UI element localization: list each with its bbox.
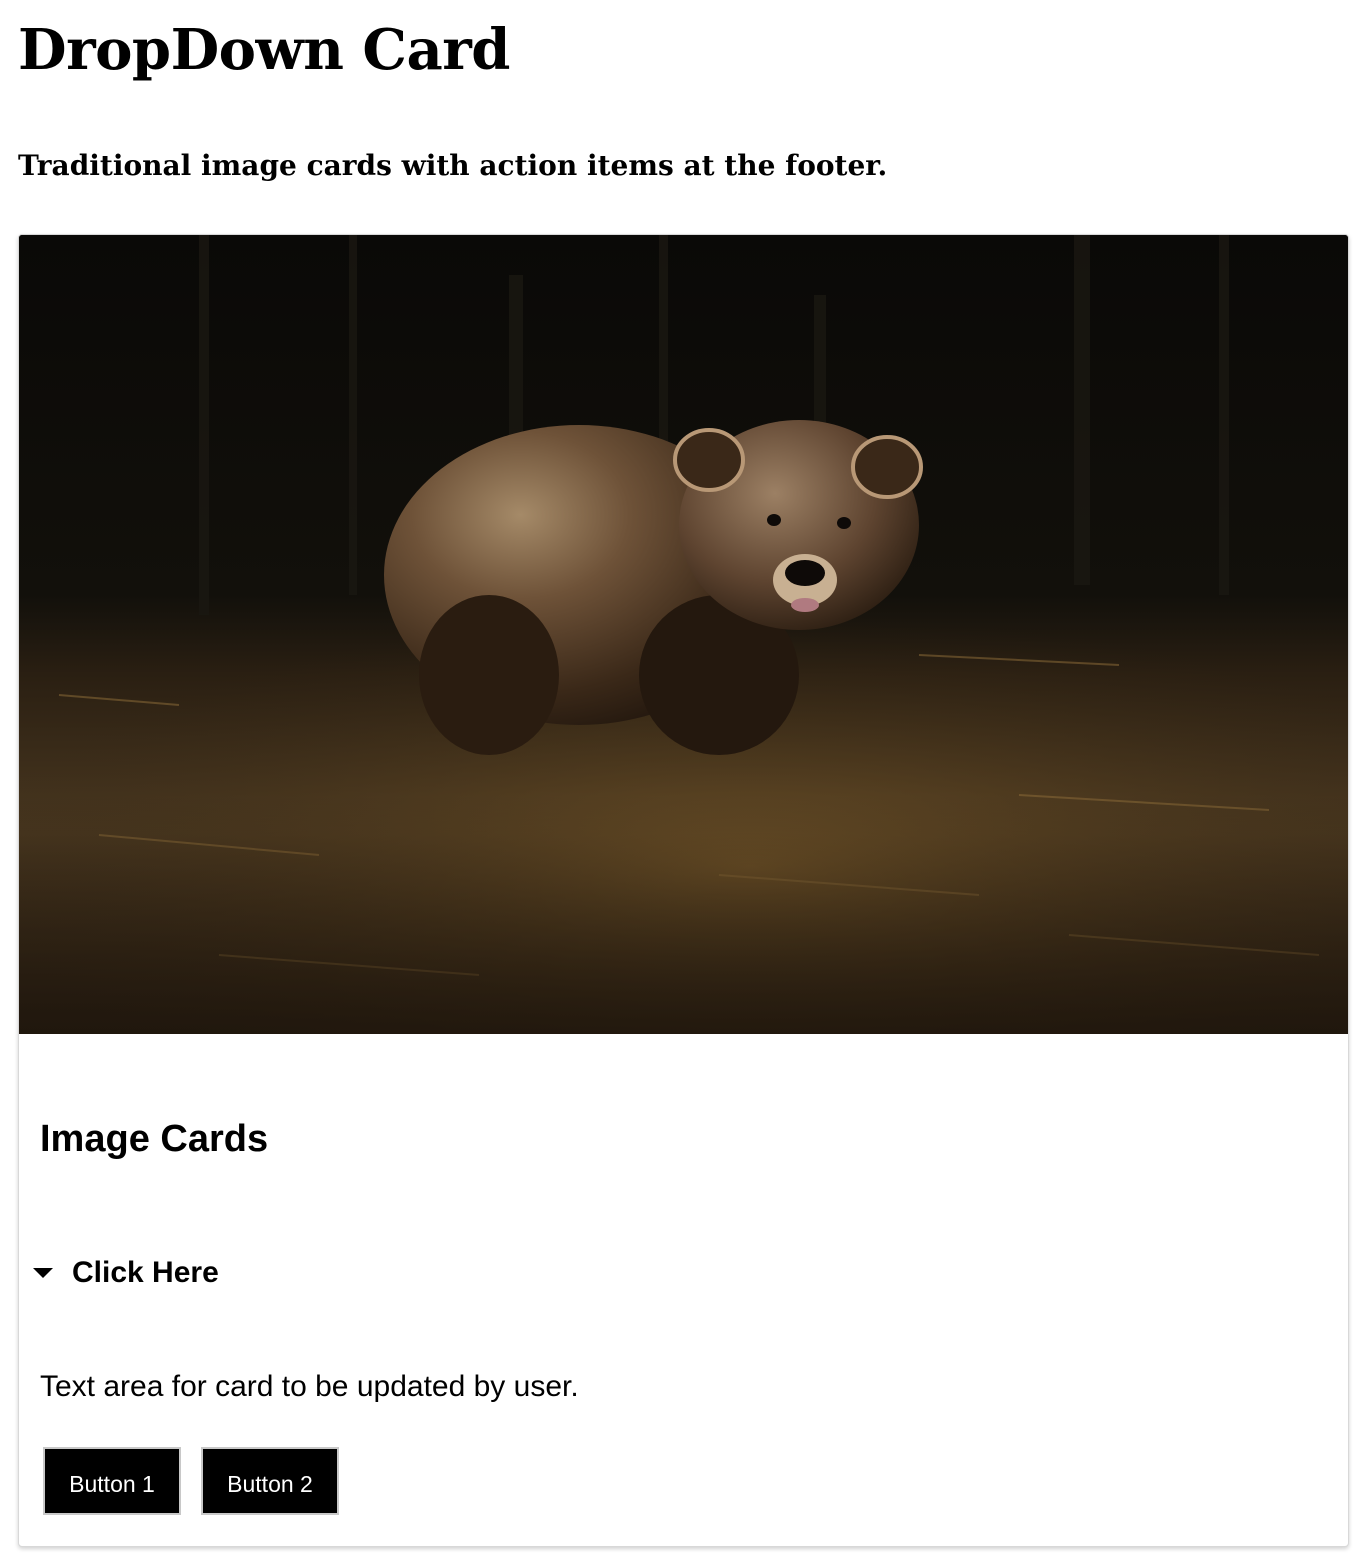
card-title: Image Cards (40, 1118, 269, 1160)
card-text: Text area for card to be updated by user… (40, 1370, 579, 1403)
page-subtitle: Traditional image cards with action item… (18, 149, 888, 182)
dropdown-card: Image Cards Click Here Text area for car… (18, 234, 1349, 1547)
page-title: DropDown Card (18, 17, 510, 83)
dropdown-label: Click Here (72, 1256, 219, 1289)
dropdown-toggle[interactable]: Click Here (33, 1253, 219, 1293)
button-2[interactable]: Button 2 (201, 1447, 339, 1515)
brown-bear-photo (19, 235, 1348, 1034)
button-1[interactable]: Button 1 (43, 1447, 181, 1515)
caret-down-icon (33, 1268, 53, 1278)
